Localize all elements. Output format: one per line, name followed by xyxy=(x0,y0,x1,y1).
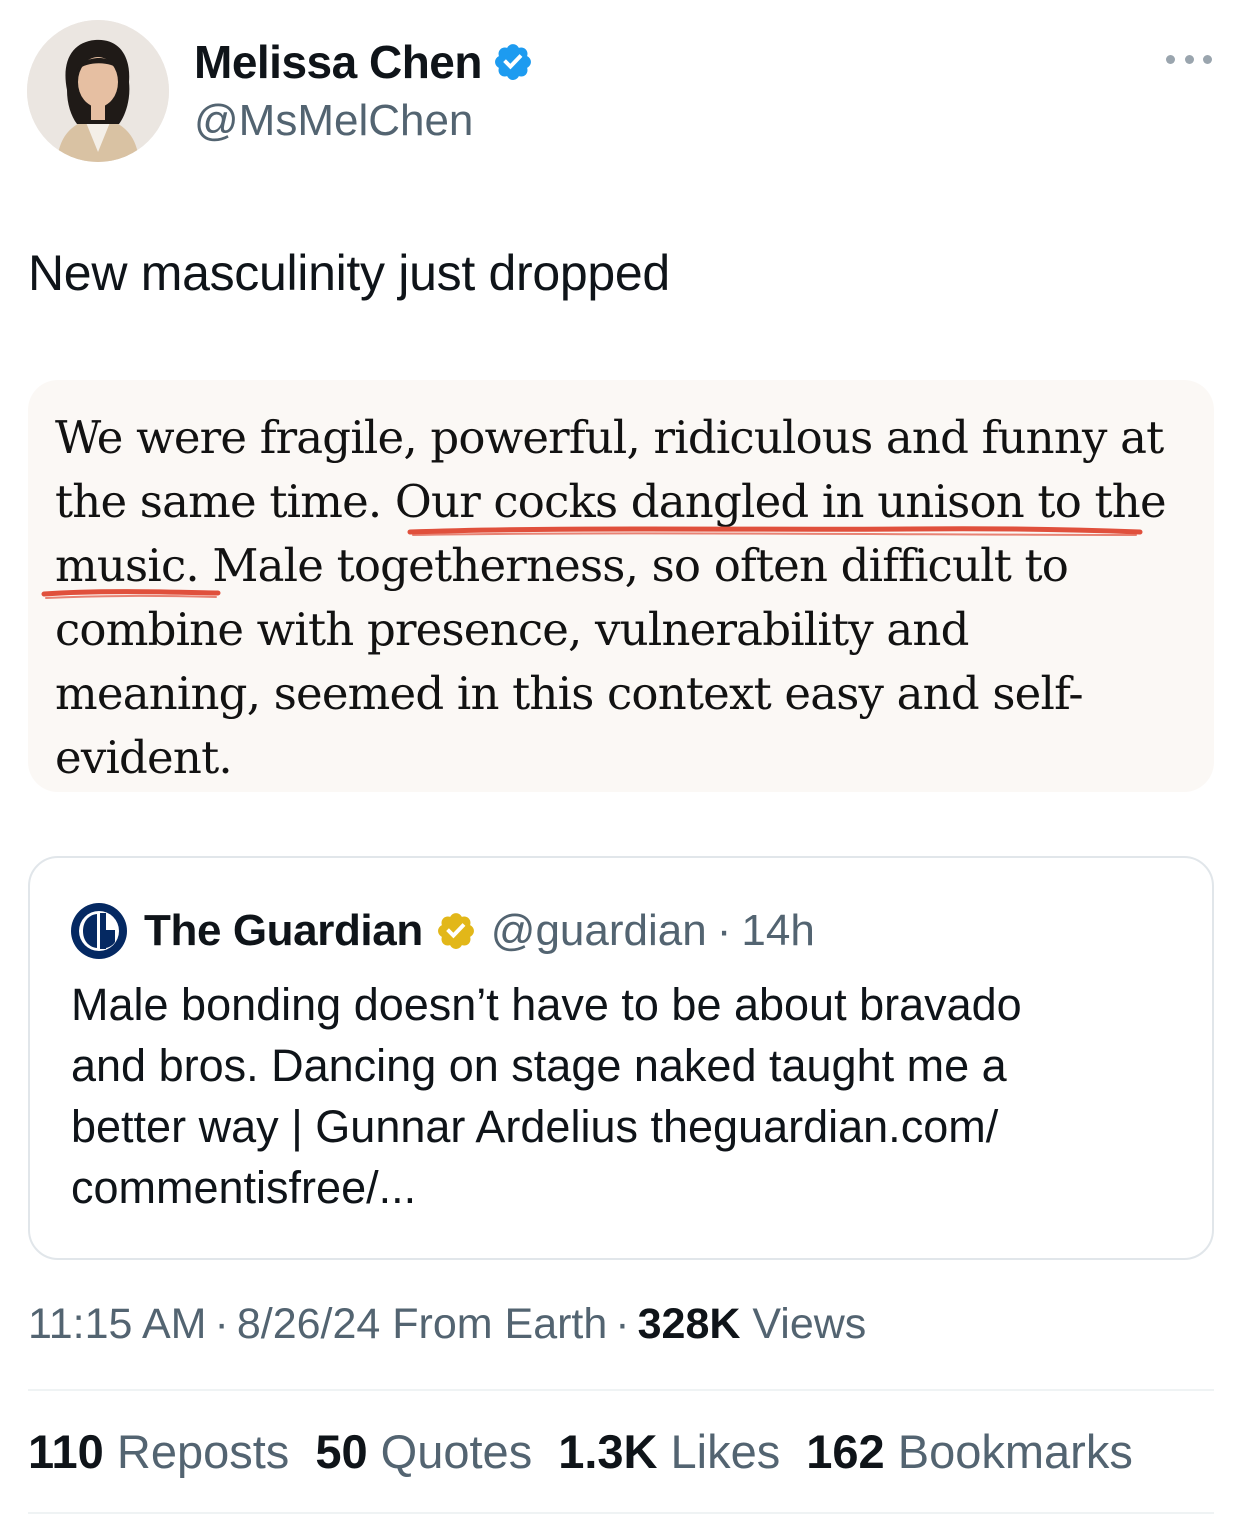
reposts-label: Reposts xyxy=(116,1425,290,1478)
verified-badge-icon xyxy=(495,44,531,80)
likes-count: 1.3K xyxy=(558,1425,658,1478)
quoted-text-line: better way | Gunnar Ardelius theguardian… xyxy=(71,1101,999,1152)
excerpt-line: music. Male togetherness, so often diffi… xyxy=(55,539,1069,592)
views-label: Views xyxy=(752,1300,867,1348)
separator-dot: · xyxy=(214,1300,229,1348)
excerpt-line: evident. xyxy=(55,731,233,784)
more-dot xyxy=(1166,54,1175,64)
quoted-tweet-text: Male bonding doesn’t have to be about br… xyxy=(71,974,1181,1218)
tweet-time[interactable]: 11:15 AM xyxy=(28,1300,207,1348)
quoted-author-handle[interactable]: @guardian xyxy=(491,906,707,956)
quoted-text-line: Male bonding doesn’t have to be about br… xyxy=(71,979,1022,1030)
quoted-text-line: commentisfree/... xyxy=(71,1162,417,1213)
quoted-tweet-time[interactable]: 14h xyxy=(741,906,814,956)
likes-label: Likes xyxy=(670,1425,781,1478)
excerpt-line: the same time. Our cocks dangled in unis… xyxy=(55,475,1167,528)
quoted-tweet-header: The Guardian @guardian · 14h xyxy=(70,902,815,960)
quotes-label: Quotes xyxy=(380,1425,533,1478)
reposts-count: 110 xyxy=(28,1425,104,1478)
author-handle[interactable]: @MsMelChen xyxy=(194,96,473,146)
author-name-row: Melissa Chen xyxy=(194,34,534,90)
more-options-icon[interactable] xyxy=(1166,46,1212,72)
excerpt-line: We were fragile, powerful, ridiculous an… xyxy=(55,411,1164,464)
tweet-meta: 11:15 AM · 8/26/24 From Earth · 328K Views xyxy=(28,1300,866,1349)
more-dot xyxy=(1184,54,1194,64)
avatar-photo-icon xyxy=(27,20,169,162)
more-dot xyxy=(1203,54,1212,64)
excerpt-line: combine with presence, vulnerability and xyxy=(55,603,969,656)
tweet-source: From Earth xyxy=(392,1300,608,1348)
quotes-count: 50 xyxy=(315,1425,368,1478)
excerpt-image[interactable]: We were fragile, powerful, ridiculous an… xyxy=(28,380,1214,792)
tweet-date[interactable]: 8/26/24 xyxy=(237,1300,380,1348)
bookmarks-label: Bookmarks xyxy=(897,1425,1133,1478)
bookmarks-stat[interactable]: 162 Bookmarks xyxy=(806,1424,1133,1479)
avatar[interactable] xyxy=(27,20,169,162)
verified-org-badge-icon xyxy=(437,913,474,949)
separator-dot: · xyxy=(615,1300,630,1348)
quoted-text-line: and bros. Dancing on stage naked taught … xyxy=(71,1040,1007,1091)
quotes-stat[interactable]: 50 Quotes xyxy=(315,1424,532,1479)
bookmarks-count: 162 xyxy=(806,1425,885,1478)
guardian-logo-icon[interactable] xyxy=(70,902,128,960)
author-name[interactable]: Melissa Chen xyxy=(194,35,483,89)
divider xyxy=(28,1389,1214,1391)
views-count[interactable]: 328K xyxy=(638,1300,741,1348)
reposts-stat[interactable]: 110 Reposts xyxy=(28,1424,289,1479)
tweet-text: New masculinity just dropped xyxy=(28,245,670,301)
divider xyxy=(28,1512,1214,1514)
quoted-author-name[interactable]: The Guardian xyxy=(144,906,423,956)
likes-stat[interactable]: 1.3K Likes xyxy=(558,1424,780,1479)
engagement-stats: 110 Reposts 50 Quotes 1.3K Likes 162 Boo… xyxy=(28,1424,1159,1479)
excerpt-line: meaning, seemed in this context easy and… xyxy=(55,667,1084,720)
quoted-tweet-card[interactable]: The Guardian @guardian · 14h Male bondin… xyxy=(28,856,1214,1260)
separator-dot: · xyxy=(716,906,732,955)
